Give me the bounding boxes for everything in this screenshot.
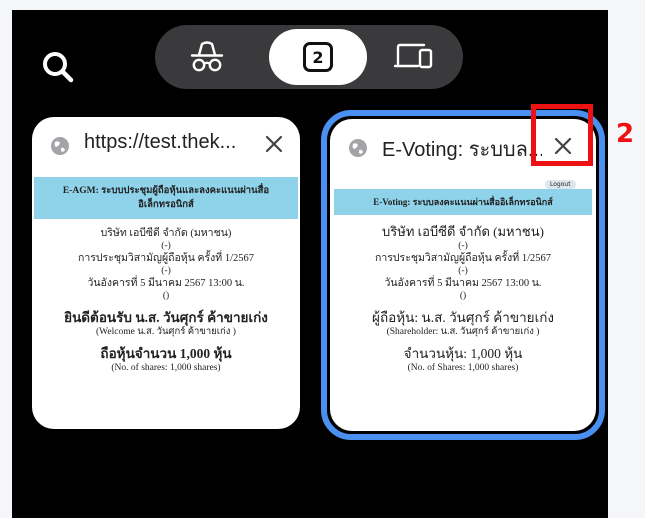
shareholder-text: ผู้ถือหุ้น: น.ส. วันศุกร์ ค้าขายเก่ง [372,310,554,325]
preview-line: (-) [458,241,468,251]
page-preview: บริษัท เอบีซีดี จำกัด (มหาชน) (-) การประ… [32,227,300,374]
tab-card[interactable]: https://test.thek... E-AGM: ระบบประชุมผู… [32,117,300,429]
annotation-highlight-box [531,104,593,166]
private-browsing-icon [190,41,224,72]
preview-line: วันอังคารที่ 5 มีนาคม 2567 13:00 น. [87,278,245,289]
welcome-text-en: (Welcome น.ส. วันศุกร์ ค้าขายเก่ง ) [96,327,236,337]
annotation-step-number: 2 [616,119,635,149]
preview-line: บริษัท เอบีซีดี จำกัด (มหาชน) [100,228,232,239]
welcome-text: ยินดีต้อนรับ น.ส. วันศุกร์ ค้าขายเก่ง [64,310,268,325]
tab-title: https://test.thek... [84,131,237,153]
close-tab-icon[interactable] [261,131,287,157]
tab-count-icon: 2 [303,42,333,72]
screenshot-stage: 2 https://test.thek... E-AGM: ระบบประชุม… [0,0,645,518]
preview-line: การประชุมวิสามัญผู้ถือหุ้น ครั้งที่ 1/25… [78,253,254,264]
search-icon[interactable] [38,47,78,87]
preview-line: () [162,291,170,301]
globe-icon [349,139,367,157]
private-tabs-segment[interactable] [161,29,253,85]
preview-line: () [459,291,467,301]
company-name: บริษัท เอบีซีดี จำกัด (มหาชน) [382,224,544,239]
tab-group-switcher: 2 [155,25,463,89]
other-devices-segment[interactable] [369,29,459,85]
shares-text: จำนวนหุ้น: 1,000 หุ้น [403,346,523,361]
tab-switcher-screen: 2 https://test.thek... E-AGM: ระบบประชุม… [12,10,608,518]
shares-text-en: (No. of shares: 1,000 shares) [111,363,221,373]
page-banner: E-Voting: ระบบลงคะแนนผ่านสื่ออิเล็กทรอนิ… [334,189,592,215]
globe-icon [51,137,69,155]
shareholder-text-en: (Shareholder: น.ส. วันศุกร์ ค้าขายเก่ง ) [386,327,540,337]
preview-line: (-) [458,266,468,276]
shares-text: ถือหุ้นจำนวน 1,000 หุ้น [100,346,232,361]
page-banner: E-AGM: ระบบประชุมผู้ถือหุ้นและลงคะแนนผ่า… [34,177,298,219]
preview-line: การประชุมวิสามัญผู้ถือหุ้น ครั้งที่ 1/25… [375,253,551,264]
preview-line: (-) [161,266,171,276]
preview-line: วันอังคารที่ 5 มีนาคม 2567 13:00 น. [384,278,542,289]
logout-button[interactable]: Logout [545,180,576,189]
tab-title: E-Voting: ระบบล... [382,139,542,161]
shares-text-en: (No. of Shares: 1,000 shares) [407,363,519,373]
page-preview: บริษัท เอบีซีดี จำกัด (มหาชน) (-) การประ… [330,223,596,374]
normal-tabs-segment[interactable]: 2 [269,29,367,85]
preview-line: (-) [161,241,171,251]
devices-icon [394,43,433,69]
